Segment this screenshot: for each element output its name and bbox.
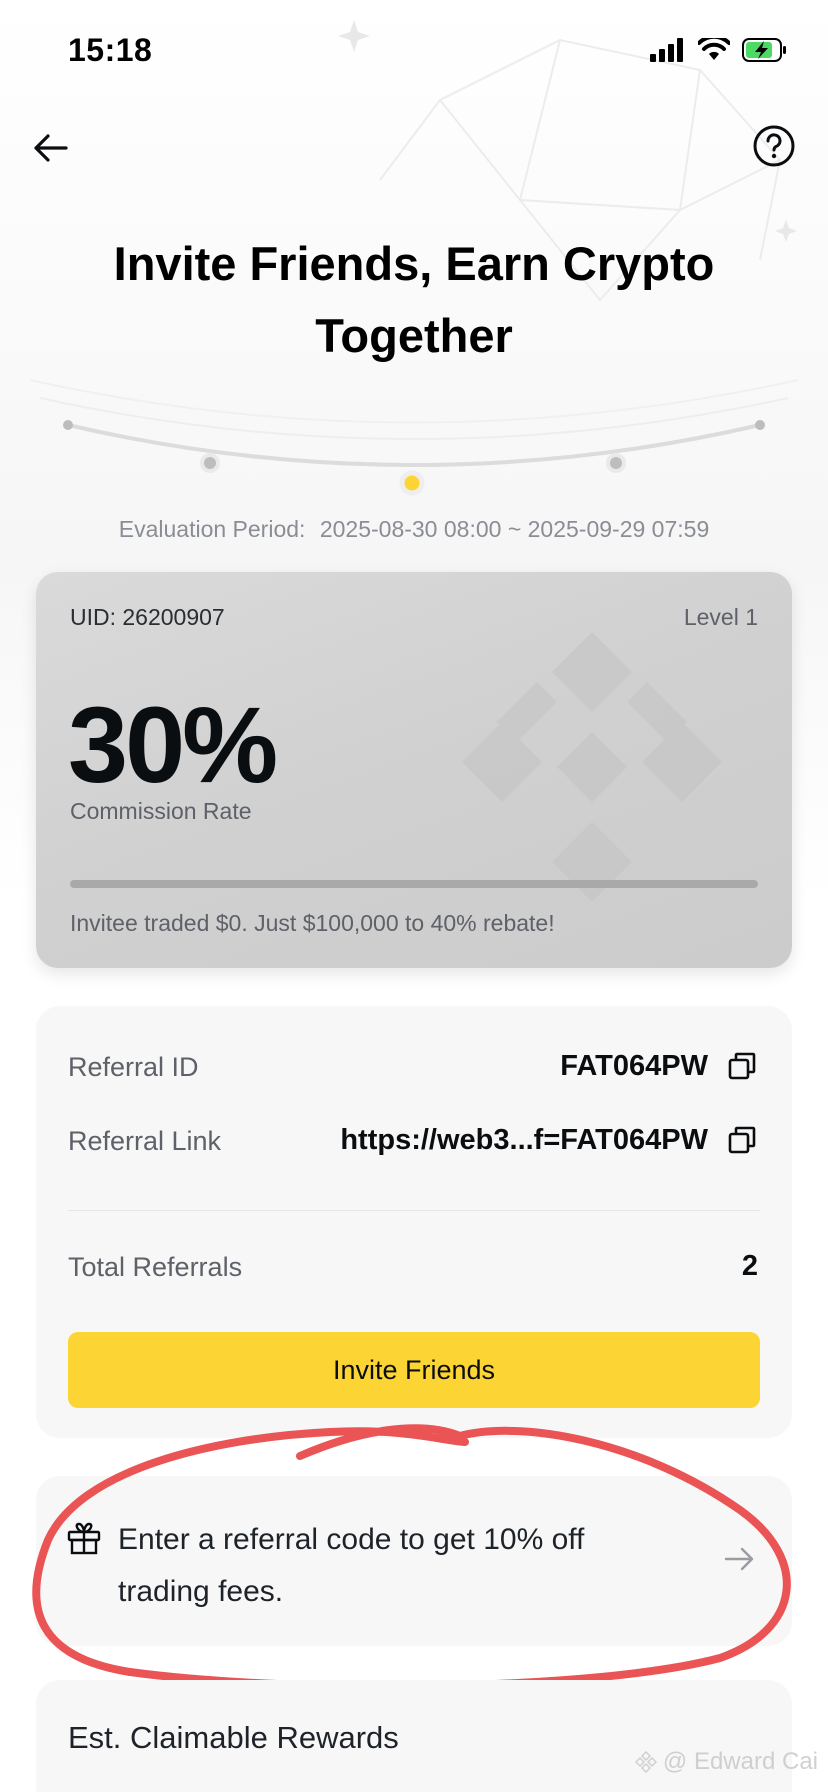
level-dot-4 xyxy=(606,453,626,473)
divider xyxy=(68,1210,760,1211)
watermark-text: @ Edward Cai xyxy=(662,1748,818,1775)
referral-page: 15:18 Invite Friends, Earn Crypto Togeth… xyxy=(0,0,828,1792)
invite-friends-button[interactable]: Invite Friends xyxy=(68,1332,760,1408)
page-title: Invite Friends, Earn Crypto Together xyxy=(113,237,715,362)
referral-id-label: Referral ID xyxy=(68,1052,199,1082)
level-dot-1 xyxy=(63,420,73,430)
level-dot-5 xyxy=(755,420,765,430)
watermark: @ Edward Cai xyxy=(634,1748,818,1776)
arrow-right-icon[interactable] xyxy=(722,1542,756,1576)
copy-icon[interactable] xyxy=(726,1124,758,1156)
level-badge: Level 1 xyxy=(683,604,758,630)
uid-label: UID: 26200907 xyxy=(70,604,225,630)
signal-icon xyxy=(650,38,683,62)
battery-charging-icon xyxy=(742,38,786,62)
total-referrals-value: 2 xyxy=(741,1250,758,1282)
question-circle-icon xyxy=(753,125,795,167)
level-track xyxy=(29,379,799,496)
copy-icon[interactable] xyxy=(726,1050,758,1082)
status-icons xyxy=(650,38,788,62)
referral-code-promo[interactable]: Enter a referral code to get 10% off tra… xyxy=(36,1476,792,1646)
rebate-progress-bar xyxy=(70,880,758,888)
wifi-icon xyxy=(698,38,730,60)
evaluation-period: Evaluation Period: 2025-08-30 08:00 ~ 20… xyxy=(0,516,828,543)
rebate-progress-note: Invitee traded $0. Just $100,000 to 40% … xyxy=(70,910,555,936)
referral-code-promo-text: Enter a referral code to get 10% off tra… xyxy=(118,1523,585,1608)
referral-link-value: https://web3...f=FAT064PW xyxy=(340,1124,708,1156)
status-time: 15:18 xyxy=(68,32,153,68)
evaluation-label: Evaluation Period: xyxy=(118,516,306,542)
level-dot-2 xyxy=(200,453,220,473)
referral-id-value: FAT064PW xyxy=(560,1050,708,1082)
status-bar: 15:18 xyxy=(0,0,828,100)
level-dot-current xyxy=(399,470,425,496)
commission-rate-value: 30% xyxy=(68,684,278,805)
commission-card: UID: 26200907 Level 1 30% Commission Rat… xyxy=(36,572,792,968)
referral-panel: Referral ID FAT064PW Referral Link https… xyxy=(36,1006,792,1438)
arrow-left-icon xyxy=(34,134,68,162)
help-button[interactable] xyxy=(750,122,798,170)
commission-rate-label: Commission Rate xyxy=(70,798,252,824)
referral-link-label: Referral Link xyxy=(68,1126,222,1156)
evaluation-value: 2025-08-30 08:00 ~ 2025-09-29 07:59 xyxy=(319,516,710,542)
back-button[interactable] xyxy=(22,120,78,176)
total-referrals-label: Total Referrals xyxy=(68,1252,243,1282)
binance-watermark-icon xyxy=(634,1751,657,1773)
claimable-rewards-title: Est. Claimable Rewards xyxy=(68,1720,399,1755)
gift-icon xyxy=(67,1522,101,1555)
